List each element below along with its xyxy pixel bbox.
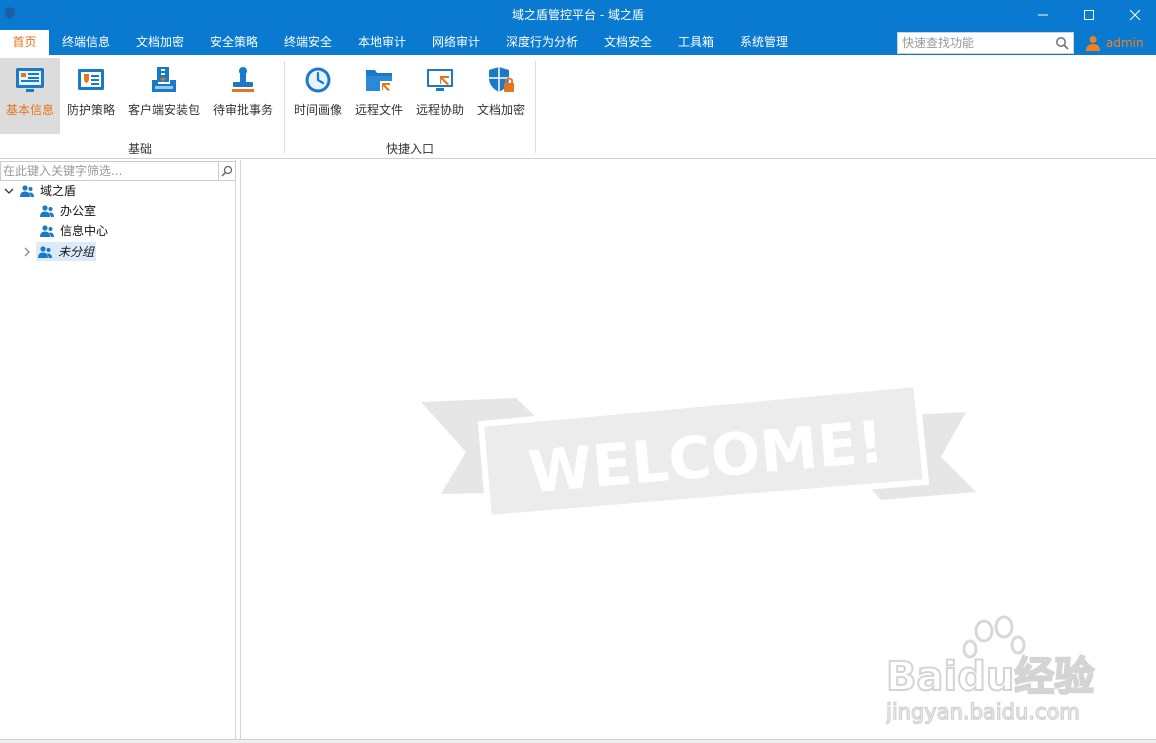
baidu-watermark: Baidu经验 jingyan.baidu.com: [884, 615, 1156, 725]
user-menu[interactable]: admin: [1086, 32, 1144, 54]
quick-search: [897, 32, 1074, 54]
menu-item-behavior-analysis[interactable]: 深度行为分析: [506, 30, 578, 55]
tree-node-ungrouped[interactable]: 未分组: [36, 242, 97, 261]
quick-search-input[interactable]: [902, 35, 1052, 51]
ribbon-group-basic-label: 基础: [127, 142, 152, 156]
client-installer-label: 客户端安装包: [127, 103, 200, 117]
baidu-paw-logo: Baidu经验 jingyan.baidu.com: [884, 615, 1095, 725]
welcome-banner: WELCOME!: [421, 380, 981, 522]
search-icon: [221, 165, 233, 177]
window-title: 域之盾管控平台 - 域之盾: [512, 8, 644, 22]
user-group-icon: [40, 224, 54, 237]
menu-bar: 首页 终端信息 文档加密 安全策略 终端安全 本地审计 网络审计 深度行为分析 …: [0, 30, 1156, 55]
user-group-icon: [20, 184, 34, 197]
status-bar: [0, 739, 1156, 743]
maximize-icon: [1084, 10, 1094, 20]
tree-node-label: 域之盾: [40, 184, 77, 198]
time-portrait-button[interactable]: 时间画像: [290, 58, 346, 134]
clock-icon: [305, 67, 331, 93]
menu-item-doc-security[interactable]: 文档安全: [604, 30, 652, 55]
menu-item-system-admin[interactable]: 系统管理: [740, 30, 788, 55]
client-installer-button[interactable]: 客户端安装包: [124, 58, 204, 134]
basic-info-icon: [16, 68, 44, 92]
welcome-ribbon-graphic: WELCOME!: [421, 380, 976, 522]
tree-filter-button[interactable]: [219, 161, 236, 181]
minimize-icon: [1038, 14, 1048, 16]
chevron-right-icon[interactable]: [22, 247, 32, 257]
protection-policy-label: 防护策略: [66, 103, 115, 117]
search-icon[interactable]: [1055, 36, 1069, 50]
protection-policy-button[interactable]: 防护策略: [62, 58, 120, 134]
shield-lock-icon: [489, 67, 514, 92]
user-group-icon: [38, 245, 52, 258]
minimize-button[interactable]: [1020, 0, 1066, 30]
doc-encrypt-label: 文档加密: [476, 103, 525, 117]
ribbon-group-shortcut-label: 快捷入口: [385, 142, 434, 156]
close-button[interactable]: [1112, 0, 1156, 30]
tree-panel: 域之盾 办公室 信息中心 未分组: [0, 160, 236, 739]
pending-approval-label: 待审批事务: [212, 103, 273, 117]
tree-filter: [0, 161, 219, 181]
menu-item-terminal-security[interactable]: 终端安全: [284, 30, 332, 55]
basic-info-button[interactable]: 基本信息: [0, 58, 60, 134]
menu-item-local-audit[interactable]: 本地审计: [358, 30, 406, 55]
time-portrait-label: 时间画像: [293, 103, 342, 117]
remote-file-label: 远程文件: [354, 103, 403, 117]
menu-item-home[interactable]: 首页: [0, 30, 49, 55]
installer-icon: [152, 67, 176, 92]
ribbon-group-separator: [284, 61, 285, 153]
main-content: WELCOME! Baidu经验 jingyan.baidu.com: [240, 160, 1156, 739]
chevron-down-icon[interactable]: [4, 186, 14, 196]
doc-encrypt-button[interactable]: 文档加密: [472, 58, 530, 134]
tree-node-office[interactable]: 办公室: [40, 201, 96, 220]
menu-item-doc-encrypt[interactable]: 文档加密: [136, 30, 184, 55]
remote-file-button[interactable]: 远程文件: [350, 58, 408, 134]
pending-approval-button[interactable]: 待审批事务: [210, 58, 276, 134]
watermark-brand: Baidu经验: [886, 654, 1094, 700]
remote-assist-icon: [427, 69, 453, 91]
remote-assist-button[interactable]: 远程协助: [412, 58, 468, 134]
close-icon: [1129, 9, 1141, 21]
approval-stamp-icon: [232, 67, 254, 92]
policy-icon: [78, 69, 104, 90]
ribbon-group-separator: [535, 61, 536, 153]
tree-node-label: 未分组: [58, 245, 95, 259]
tree-node-label: 信息中心: [60, 224, 109, 238]
tree-node-label: 办公室: [60, 204, 97, 218]
title-bar: 域之盾管控平台 - 域之盾: [0, 0, 1156, 30]
watermark-url: jingyan.baidu.com: [886, 700, 1080, 724]
user-icon: [1086, 36, 1100, 51]
remote-assist-label: 远程协助: [415, 103, 464, 117]
maximize-button[interactable]: [1066, 0, 1112, 30]
user-group-icon: [40, 204, 54, 217]
menu-item-toolbox[interactable]: 工具箱: [678, 30, 714, 55]
ribbon: 基本信息 防护策略 客户端安装包 待审批事务 基础 时间画像 远程文件 远程协助…: [0, 55, 1156, 159]
menu-item-network-audit[interactable]: 网络审计: [432, 30, 480, 55]
tree-node-root[interactable]: 域之盾: [20, 181, 76, 200]
menu-item-terminal-info[interactable]: 终端信息: [62, 30, 110, 55]
basic-info-label: 基本信息: [5, 103, 54, 117]
menu-item-security-policy[interactable]: 安全策略: [210, 30, 258, 55]
user-name: admin: [1106, 36, 1144, 50]
tree-filter-input[interactable]: [3, 163, 215, 179]
remote-folder-icon: [366, 70, 392, 91]
tree-node-info-center[interactable]: 信息中心: [40, 221, 108, 240]
